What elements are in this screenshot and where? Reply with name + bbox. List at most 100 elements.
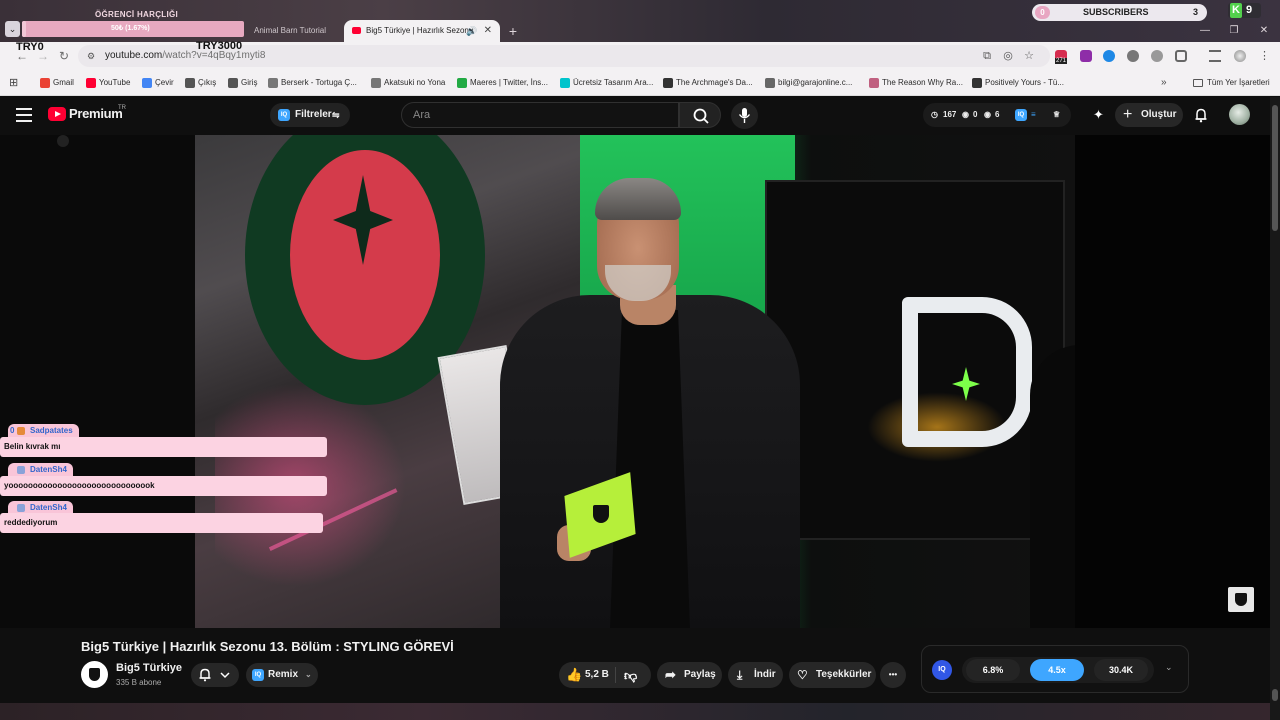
site-info-icon[interactable]: ⚙ <box>85 50 97 62</box>
like-count[interactable]: 5,2 B <box>585 662 609 688</box>
bookmark-item[interactable]: The Reason Why Ra... <box>869 70 963 96</box>
share-button[interactable]: ➦ Paylaş <box>657 662 722 688</box>
lightbulb-icon[interactable] <box>1127 50 1139 62</box>
cast-icon[interactable]: ⧉ <box>980 49 994 63</box>
player-letterbox-left <box>0 135 195 628</box>
chevron-down-icon[interactable]: ⌄ <box>1165 662 1173 673</box>
hide-eye-icon[interactable]: ◎ <box>1001 49 1015 63</box>
bookmark-favicon-icon <box>142 78 152 88</box>
notifications-bell-icon[interactable] <box>1193 107 1209 123</box>
channel-avatar[interactable] <box>81 661 108 688</box>
tab-animal-barn[interactable]: Animal Barn Tutorial <box>244 20 344 42</box>
kebab-menu-icon[interactable]: ⋮ <box>1259 50 1270 62</box>
stat-b: 6 <box>995 110 1000 119</box>
media-controls-icon[interactable] <box>1209 50 1221 62</box>
filters-button[interactable]: IQ Filtreler ⇋ <box>270 103 350 127</box>
download-icon: ⤓ <box>737 668 743 682</box>
bookmark-item[interactable]: Positively Yours - Tü... <box>972 70 1064 96</box>
reload-icon[interactable]: ↻ <box>55 47 73 65</box>
spark-icon[interactable]: ✦ <box>1093 107 1104 123</box>
more-actions-button[interactable]: ••• <box>880 662 906 688</box>
host-shirt <box>610 310 690 628</box>
video-title: Big5 Türkiye | Hazırlık Sezonu 13. Bölüm… <box>81 639 454 654</box>
iq-stats-pill[interactable]: ◷ 167 ◉ 0 ◉ 6 IQ ≡ ♕ <box>923 103 1071 127</box>
eye-icon: ◉ <box>984 110 991 119</box>
iq-metric-chip[interactable]: 4.5x <box>1030 659 1084 681</box>
bookmark-item[interactable]: Gmail <box>40 70 74 96</box>
voice-search-button[interactable] <box>731 102 758 129</box>
bookmark-item[interactable]: Çıkış <box>185 70 216 96</box>
cloud-icon[interactable] <box>1151 50 1163 62</box>
menu-icon[interactable] <box>16 108 32 122</box>
new-tab-button[interactable]: + <box>506 20 520 42</box>
remix-button[interactable]: IQ Remix ⌄ <box>246 663 318 687</box>
remix-label: Remix <box>268 669 299 680</box>
close-window-button[interactable]: ✕ <box>1249 20 1279 42</box>
like-icon[interactable]: 👍 <box>566 662 582 688</box>
bookmark-item[interactable]: Giriş <box>228 70 257 96</box>
search-button[interactable] <box>679 102 721 128</box>
bookmarks-overflow-icon[interactable]: » <box>1161 70 1167 96</box>
channel-watermark-icon[interactable] <box>1228 587 1254 612</box>
subscribers-left-count: 0 <box>1035 6 1050 19</box>
close-tab-icon[interactable]: ✕ <box>484 20 492 42</box>
minimize-button[interactable]: — <box>1190 20 1220 42</box>
chat-username: DatenSh4 <box>8 463 73 476</box>
channel-name[interactable]: Big5 Türkiye <box>116 662 182 674</box>
trophy-icon: ♕ <box>1053 110 1061 119</box>
donation-goal-bar: 50₺ (1.67%) <box>22 21 244 37</box>
thanks-label: Teşekkürler <box>816 669 872 680</box>
audio-icon[interactable]: 🔊 <box>466 20 477 42</box>
dislike-icon[interactable]: 👎︎ <box>624 663 637 689</box>
tab-search-icon[interactable]: ⌄ <box>5 21 20 37</box>
bookmark-label: YouTube <box>99 78 131 87</box>
create-button[interactable]: + Oluştur <box>1115 103 1183 127</box>
iq-metric-chip[interactable]: 6.8% <box>966 659 1020 681</box>
bookmark-item[interactable]: The Archmage's Da... <box>663 70 753 96</box>
bookmark-item[interactable]: Akatsuki no Yona <box>371 70 445 96</box>
maximize-button[interactable]: ❐ <box>1219 20 1249 42</box>
bookmark-item[interactable]: bilgi@garajonline.c... <box>765 70 852 96</box>
iq-metric-chip[interactable]: 30.4K <box>1094 659 1148 681</box>
youtube-logo-icon[interactable] <box>48 107 66 121</box>
iq-round-icon[interactable]: IQ <box>932 660 952 680</box>
extension-icon[interactable] <box>1103 50 1115 62</box>
stat-a: 0 <box>973 110 978 119</box>
bookmarks-bar: ⊞ Gmail YouTube Çevir Çıkış Giriş Berserk - T… <box>0 70 1280 96</box>
clock-icon: ◷ <box>931 110 938 119</box>
bookmark-item[interactable]: Çevir <box>142 70 174 96</box>
bookmark-item[interactable]: Ücretsiz Tasarım Ara... <box>560 70 653 96</box>
sliders-icon: ⇋ <box>332 110 340 120</box>
download-button[interactable]: ⤓ İndir <box>728 662 783 688</box>
subscription-bell-button[interactable] <box>191 663 239 687</box>
youtube-premium-wordmark[interactable]: Premium <box>69 106 123 121</box>
scrollbar-thumb[interactable] <box>1272 105 1278 231</box>
bookmark-label: Akatsuki no Yona <box>384 78 446 87</box>
bookmark-item[interactable]: Maeres | Twitter, İns... <box>457 70 548 96</box>
extension-badge: 271 <box>1055 58 1068 64</box>
bookmark-star-icon[interactable]: ☆ <box>1022 49 1036 63</box>
profile-avatar-icon[interactable] <box>1234 50 1246 62</box>
bookmark-label: Çevir <box>155 78 174 87</box>
bookmark-item[interactable]: YouTube <box>86 70 130 96</box>
apps-grid-icon[interactable]: ⊞ <box>9 77 21 89</box>
tab-big5[interactable]: Big5 Türkiye | Hazırlık Sezonu 🔊 ✕ <box>344 20 500 42</box>
bookmark-label: The Reason Why Ra... <box>882 78 963 87</box>
bookmark-favicon-icon <box>560 78 570 88</box>
extension-icon[interactable] <box>1080 50 1092 62</box>
address-bar-row: ← → ↻ ⚙ youtube.com/watch?v=4qBqy1myti8 … <box>0 42 1280 70</box>
extensions-puzzle-icon[interactable] <box>1175 50 1187 62</box>
thanks-button[interactable]: ♡ Teşekkürler <box>789 662 876 688</box>
user-avatar[interactable] <box>1229 104 1250 125</box>
search-input[interactable] <box>402 103 680 127</box>
chat-message: yoooooooooooooooooooooooooooook <box>0 476 327 496</box>
bookmark-favicon-icon <box>663 78 673 88</box>
create-label: Oluştur <box>1141 109 1177 120</box>
all-bookmarks-link[interactable]: Tüm Yer İşaretleri <box>1193 70 1270 96</box>
bookmark-favicon-icon <box>228 78 238 88</box>
video-player[interactable] <box>0 135 1270 628</box>
page-scrollbar[interactable] <box>1270 97 1280 720</box>
scrollbar-thumb-lower[interactable] <box>1272 689 1278 701</box>
bookmark-item[interactable]: Berserk - Tortuga Ç... <box>268 70 357 96</box>
video-frame[interactable] <box>195 135 1075 628</box>
